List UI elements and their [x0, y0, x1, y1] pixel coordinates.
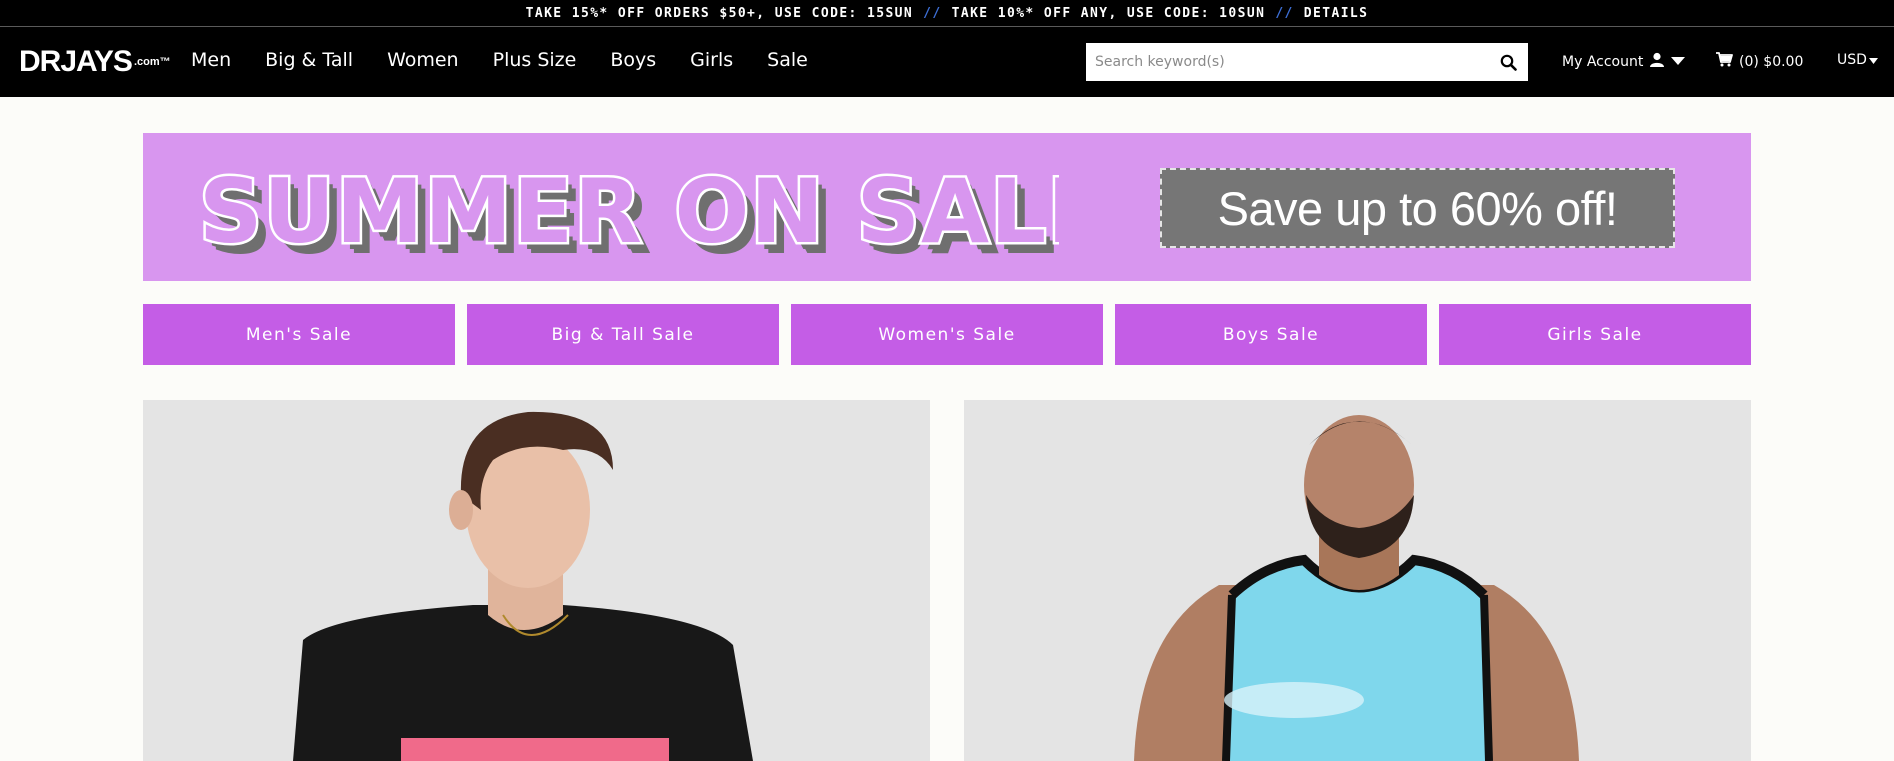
hero-headline: SUMMER ON SALE! SUMMER ON SALE! SUMMER O… [199, 158, 1059, 270]
girls-sale-button[interactable]: Girls Sale [1439, 304, 1751, 365]
currency-label: USD [1837, 52, 1867, 68]
currency-caret-icon [1868, 52, 1878, 68]
big-tall-sale-label: Big & Tall Sale [551, 324, 695, 345]
promo-offer-1: TAKE 15%* OFF ORDERS $50+, USE CODE: 15S… [525, 5, 914, 21]
nav-item-girls[interactable]: Girls [690, 49, 733, 71]
search-icon[interactable] [1488, 44, 1528, 80]
site-logo[interactable]: DRJAYS .com™ [19, 47, 171, 77]
user-icon [1649, 52, 1665, 72]
nav-item-boys[interactable]: Boys [610, 49, 656, 71]
promo-bar: TAKE 15%* OFF ORDERS $50+, USE CODE: 15S… [0, 0, 1894, 27]
model-image-tank [964, 400, 1751, 761]
search-box [1086, 43, 1528, 81]
nav-item-sale[interactable]: Sale [767, 49, 808, 71]
cart-summary: (0) $0.00 [1739, 53, 1804, 70]
account-menu[interactable]: My Account [1562, 52, 1686, 72]
currency-selector[interactable]: USD [1837, 52, 1878, 68]
promo-separator-2: // [1275, 5, 1294, 21]
cart-link[interactable]: (0) $0.00 [1716, 52, 1803, 71]
main-nav: Men Big & Tall Women Plus Size Boys Girl… [191, 49, 842, 71]
product-tile-mens-tank[interactable] [964, 400, 1751, 761]
boys-sale-button[interactable]: Boys Sale [1115, 304, 1427, 365]
big-tall-sale-button[interactable]: Big & Tall Sale [467, 304, 779, 365]
nav-item-big-tall[interactable]: Big & Tall [265, 49, 353, 71]
womens-sale-label: Women's Sale [878, 324, 1016, 345]
logo-suffix: .com™ [133, 56, 171, 68]
hero-offer-text: Save up to 60% off! [1217, 181, 1618, 235]
mens-sale-button[interactable]: Men's Sale [143, 304, 455, 365]
hero-offer-box: Save up to 60% off! [1160, 168, 1675, 248]
promo-separator: // [923, 5, 942, 21]
promo-details-link[interactable]: DETAILS [1304, 6, 1369, 21]
site-header: DRJAYS .com™ Men Big & Tall Women Plus Si… [0, 27, 1894, 97]
sale-category-row: Men's Sale Big & Tall Sale Women's Sale … [143, 304, 1751, 365]
nav-item-women[interactable]: Women [387, 49, 459, 71]
girls-sale-label: Girls Sale [1547, 324, 1643, 345]
womens-sale-button[interactable]: Women's Sale [791, 304, 1103, 365]
search-input[interactable] [1086, 44, 1488, 80]
boys-sale-label: Boys Sale [1222, 324, 1320, 345]
promo-offer-2: TAKE 10%* OFF ANY, USE CODE: 10SUN [951, 5, 1266, 21]
logo-text: DRJAYS [19, 45, 133, 78]
hero-headline-text: SUMMER ON SALE! [199, 160, 1059, 263]
product-tile-mens-tee[interactable] [143, 400, 930, 761]
summer-sale-banner[interactable]: SUMMER ON SALE! SUMMER ON SALE! SUMMER O… [143, 133, 1751, 281]
nav-item-plus-size[interactable]: Plus Size [493, 49, 577, 71]
caret-down-icon [1671, 54, 1686, 70]
nav-item-men[interactable]: Men [191, 49, 231, 71]
cart-icon [1716, 52, 1733, 71]
model-image-tee [143, 400, 930, 761]
mens-sale-label: Men's Sale [245, 324, 353, 345]
account-label: My Account [1562, 54, 1644, 70]
